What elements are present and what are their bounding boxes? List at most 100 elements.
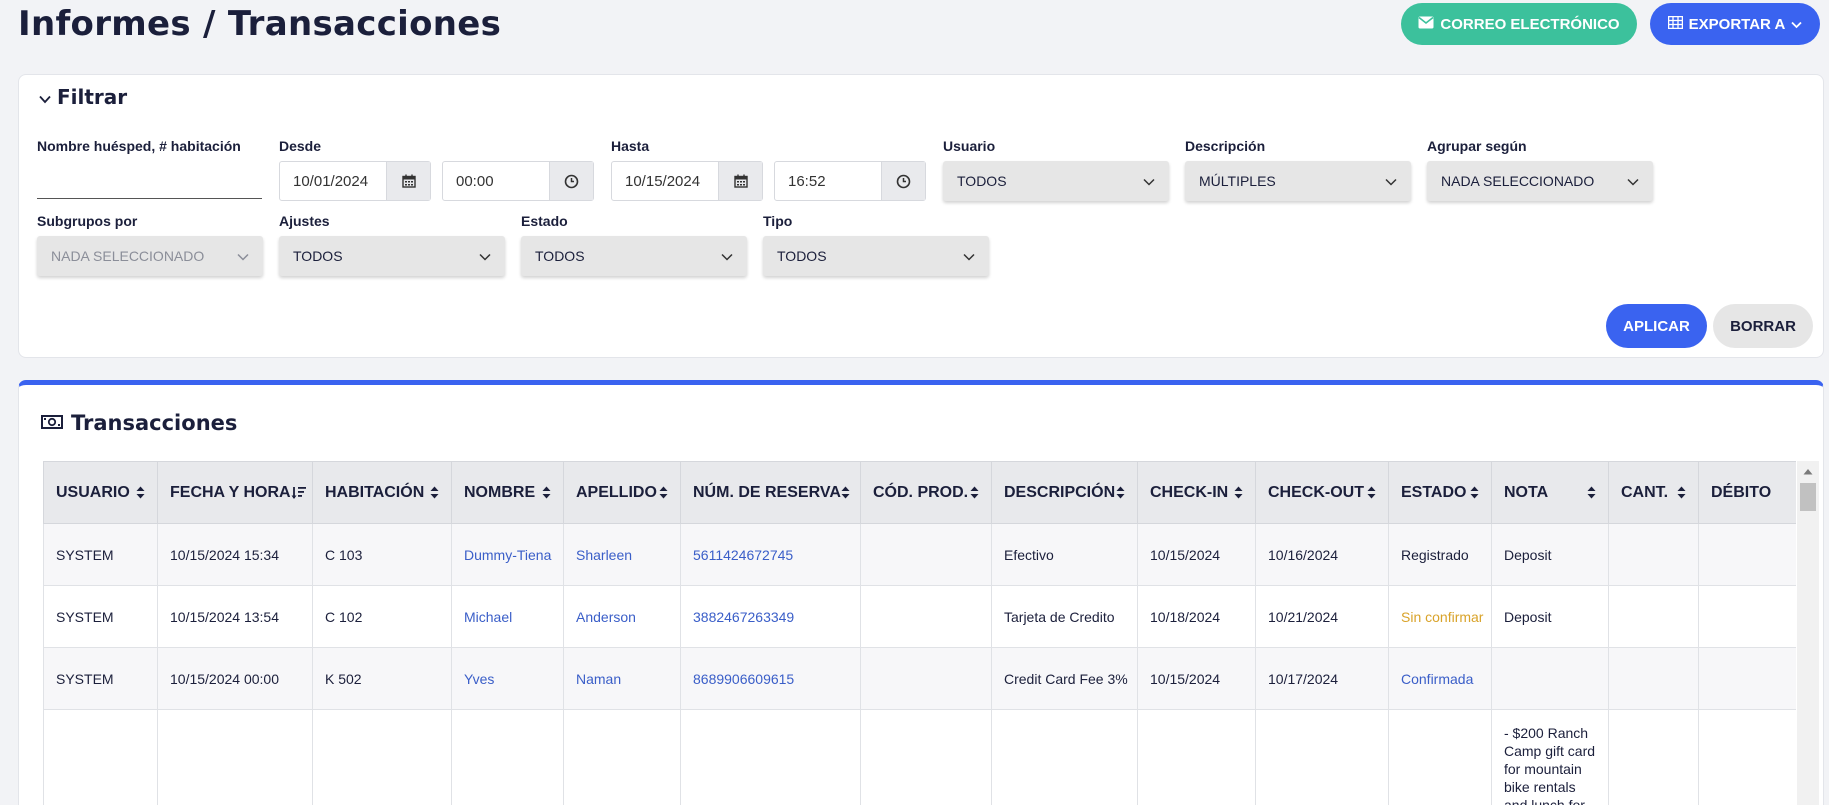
scroll-up-icon[interactable] — [1797, 461, 1819, 481]
column-header[interactable]: NOMBRE — [451, 461, 564, 524]
table-cell: 10/16/2024 — [1255, 523, 1389, 586]
table-cell[interactable]: Michael — [451, 585, 564, 648]
email-button-label: CORREO ELECTRÓNICO — [1440, 15, 1620, 33]
table-cell — [451, 709, 564, 805]
description-label: Descripción — [1185, 138, 1266, 154]
table-cell — [312, 709, 452, 805]
to-date-field[interactable]: 10/15/2024 — [611, 161, 763, 201]
groupby-select[interactable]: NADA SELECCIONADO — [1427, 161, 1653, 201]
to-label: Hasta — [611, 138, 650, 154]
table-row[interactable]: SYSTEM 10/15/2024 00:00 K 502 Yves Naman 8689… — [43, 647, 1796, 710]
column-header[interactable]: NÚM. DE RESERVA — [680, 461, 861, 524]
description-select-value: MÚLTIPLES — [1199, 173, 1276, 189]
email-button[interactable]: CORREO ELECTRÓNICO — [1401, 3, 1637, 45]
column-header-label: ESTADO — [1401, 483, 1467, 501]
sort-icon[interactable] — [841, 486, 850, 499]
subgroup-label: Subgrupos por — [37, 213, 138, 229]
status-select[interactable]: TODOS — [521, 236, 747, 276]
table-cell: SYSTEM — [43, 585, 158, 648]
table-cell[interactable]: 5611424672745 — [680, 523, 861, 586]
clear-button[interactable]: BORRAR — [1713, 304, 1813, 348]
from-label: Desde — [279, 138, 322, 154]
filter-toggle[interactable]: Filtrar — [39, 85, 127, 109]
column-header[interactable]: HABITACIÓN — [312, 461, 452, 524]
guest-label: Nombre huésped, # habitación — [37, 138, 241, 154]
table-row[interactable]: SYSTEM 10/15/2024 13:54 C 102 Michael Anders… — [43, 585, 1796, 648]
sort-icon[interactable] — [1470, 486, 1479, 499]
user-label: Usuario — [943, 138, 996, 154]
table-cell[interactable]: 3882467263349 — [680, 585, 861, 648]
adjust-select[interactable]: TODOS — [279, 236, 505, 276]
sort-icon[interactable] — [1234, 486, 1243, 499]
table-cell: 10/15/2024 15:34 — [157, 523, 313, 586]
to-time-value: 16:52 — [788, 172, 826, 190]
column-header[interactable]: CHECK-IN — [1137, 461, 1256, 524]
table-scrollbar[interactable] — [1797, 461, 1819, 805]
table-cell — [1608, 523, 1699, 586]
sort-icon[interactable] — [1116, 486, 1125, 499]
sort-icon[interactable] — [970, 486, 979, 499]
column-header[interactable]: NOTA — [1491, 461, 1609, 524]
table-cell — [157, 709, 313, 805]
table-cell — [860, 523, 992, 586]
column-header[interactable]: ESTADO — [1388, 461, 1492, 524]
export-button-label: EXPORTAR A — [1688, 15, 1786, 33]
table-cell — [860, 647, 992, 710]
subgroup-select-value: NADA SELECCIONADO — [51, 248, 205, 264]
sort-icon[interactable] — [136, 486, 145, 499]
table-cell: Deposit — [1491, 585, 1609, 648]
table-cell: 10/15/2024 — [1137, 523, 1256, 586]
column-header-label: CÓD. PROD. — [873, 483, 969, 501]
sort-icon[interactable] — [1587, 486, 1596, 499]
column-header[interactable]: FECHA Y HORA — [157, 461, 313, 524]
calendar-icon[interactable] — [718, 162, 762, 200]
type-select-value: TODOS — [777, 248, 827, 264]
from-date-field[interactable]: 10/01/2024 — [279, 161, 431, 201]
column-header[interactable]: DESCRIPCIÓN — [991, 461, 1138, 524]
scrollbar-thumb[interactable] — [1800, 483, 1816, 511]
groupby-label: Agrupar según — [1427, 138, 1527, 154]
export-button[interactable]: EXPORTAR A — [1650, 3, 1820, 45]
chevron-down-icon — [237, 248, 249, 264]
guest-search-input[interactable] — [37, 169, 262, 199]
type-select[interactable]: TODOS — [763, 236, 989, 276]
user-select[interactable]: TODOS — [943, 161, 1169, 201]
column-header[interactable]: APELLIDO — [563, 461, 681, 524]
table-row[interactable]: SYSTEM 10/15/2024 15:34 C 103 Dummy-Tiena Sh… — [43, 523, 1796, 586]
sort-icon[interactable] — [659, 486, 668, 499]
sort-icon[interactable] — [1677, 486, 1686, 499]
column-header[interactable]: DÉBITO — [1698, 461, 1796, 524]
apply-button[interactable]: APLICAR — [1606, 304, 1707, 348]
table-cell[interactable]: Anderson — [563, 585, 681, 648]
table-cell: 10/15/2024 13:54 — [157, 585, 313, 648]
clock-icon[interactable] — [881, 162, 925, 200]
sort-icon[interactable] — [542, 486, 551, 499]
transactions-table: USUARIO FECHA Y HORA HABITACIÓN NOMBRE APELL… — [43, 461, 1796, 805]
subgroup-select: NADA SELECCIONADO — [37, 236, 263, 276]
calendar-icon[interactable] — [386, 162, 430, 200]
to-time-field[interactable]: 16:52 — [774, 161, 926, 201]
clock-icon[interactable] — [549, 162, 593, 200]
sort-desc-icon[interactable] — [291, 486, 307, 500]
table-cell[interactable]: 8689906609615 — [680, 647, 861, 710]
column-header[interactable]: CÓD. PROD. — [860, 461, 992, 524]
sort-icon[interactable] — [430, 486, 439, 499]
from-time-value: 00:00 — [456, 172, 494, 190]
table-cell[interactable]: Naman — [563, 647, 681, 710]
column-header[interactable]: USUARIO — [43, 461, 158, 524]
sort-icon[interactable] — [1367, 486, 1376, 499]
column-header[interactable]: CHECK-OUT — [1255, 461, 1389, 524]
table-cell[interactable]: Yves — [451, 647, 564, 710]
column-header[interactable]: CANT. — [1608, 461, 1699, 524]
table-cell[interactable]: Sharleen — [563, 523, 681, 586]
chevron-down-icon — [963, 248, 975, 264]
table-cell[interactable]: Dummy-Tiena — [451, 523, 564, 586]
adjust-select-value: TODOS — [293, 248, 343, 264]
table-cell — [1137, 709, 1256, 805]
table-row[interactable]: - $200 Ranch Camp gift card for mountain… — [43, 709, 1796, 805]
description-select[interactable]: MÚLTIPLES — [1185, 161, 1411, 201]
from-time-field[interactable]: 00:00 — [442, 161, 594, 201]
column-header-label: CHECK-IN — [1150, 483, 1229, 501]
filter-title: Filtrar — [57, 85, 128, 109]
table-cell — [1608, 709, 1699, 805]
